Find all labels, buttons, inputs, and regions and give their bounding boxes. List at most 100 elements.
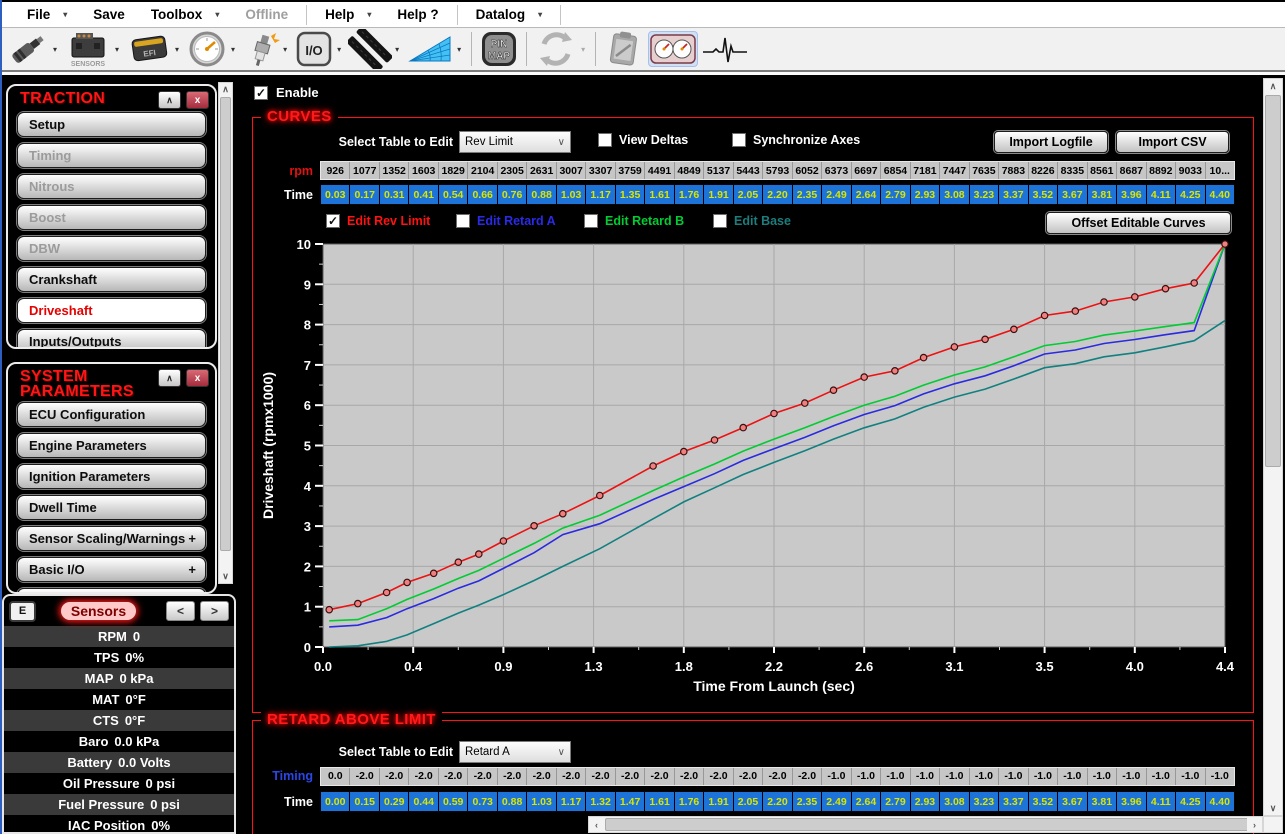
time-cell[interactable]: 0.59 — [439, 792, 468, 811]
time-cell[interactable]: 2.64 — [852, 792, 881, 811]
rpm-cell[interactable]: -2.0 — [380, 768, 409, 785]
time-cell[interactable]: 0.66 — [468, 185, 497, 204]
time-cell[interactable]: 2.93 — [911, 185, 940, 204]
rpm-cell[interactable]: -2.0 — [704, 768, 733, 785]
rpm-cell[interactable]: 8335 — [1058, 162, 1087, 179]
checkbox[interactable] — [584, 214, 598, 228]
rpm-cell[interactable]: -2.0 — [793, 768, 822, 785]
synchronize-axes-checkbox[interactable] — [732, 133, 746, 147]
rpm-cell[interactable]: -2.0 — [675, 768, 704, 785]
rpm-cell[interactable]: 1829 — [439, 162, 468, 179]
time-cell[interactable]: 4.11 — [1147, 792, 1176, 811]
rpm-cell[interactable]: -2.0 — [527, 768, 556, 785]
time-cell[interactable]: 2.20 — [763, 792, 792, 811]
enable-checkbox[interactable]: ✓ — [254, 86, 268, 100]
time-cell[interactable]: 3.52 — [1029, 185, 1058, 204]
rpm-cell[interactable]: 1603 — [409, 162, 438, 179]
sidebar-item-ignition-parameters[interactable]: Ignition Parameters — [17, 464, 206, 489]
time-cell[interactable]: 3.96 — [1117, 792, 1146, 811]
chevron-down-icon[interactable]: ▾ — [283, 45, 287, 54]
scrollbar-thumb[interactable] — [1265, 95, 1281, 467]
mesh-icon[interactable] — [405, 29, 455, 69]
time-cell[interactable]: 0.00 — [321, 792, 350, 811]
scrollbar-thumb[interactable] — [605, 818, 1249, 831]
sidebar-item-sensor-scaling-warnings[interactable]: Sensor Scaling/Warnings+ — [17, 526, 206, 551]
rpm-cell[interactable]: 6854 — [881, 162, 910, 179]
rpm-cell[interactable]: 4849 — [675, 162, 704, 179]
view-deltas-checkbox[interactable] — [598, 133, 612, 147]
waveform-icon[interactable] — [700, 29, 750, 69]
rpm-cell[interactable]: 4491 — [645, 162, 674, 179]
time-cell[interactable]: 2.05 — [734, 792, 763, 811]
rpm-cell[interactable]: 8226 — [1029, 162, 1058, 179]
time-cell[interactable]: 3.67 — [1058, 792, 1087, 811]
time-cell[interactable]: 3.08 — [940, 185, 969, 204]
time-cell[interactable]: 4.40 — [1206, 185, 1234, 204]
time-cell[interactable]: 0.88 — [527, 185, 556, 204]
sidebar-item-inputs-outputs[interactable]: Inputs/Outputs — [17, 329, 206, 349]
close-icon[interactable]: x — [186, 91, 209, 109]
collapse-icon[interactable]: ∧ — [158, 91, 181, 109]
retard-table-select[interactable]: Retard A ∨ — [459, 741, 571, 763]
rpm-cell[interactable]: 2104 — [468, 162, 497, 179]
pin-map-icon[interactable]: PINMAP — [478, 28, 520, 70]
rpm-cell[interactable]: 2631 — [527, 162, 556, 179]
time-cell[interactable]: 2.35 — [793, 792, 822, 811]
scroll-down-icon[interactable]: ∨ — [219, 570, 232, 583]
time-cell[interactable]: 3.67 — [1058, 185, 1087, 204]
time-cell[interactable]: 0.73 — [468, 792, 497, 811]
time-cell[interactable]: 3.23 — [970, 185, 999, 204]
time-cell[interactable]: 0.15 — [350, 792, 379, 811]
rpm-cell[interactable]: -2.0 — [350, 768, 379, 785]
time-cell[interactable]: 0.41 — [409, 185, 438, 204]
rpm-cell[interactable]: 7635 — [970, 162, 999, 179]
time-cell[interactable]: 3.81 — [1088, 792, 1117, 811]
scroll-left-icon[interactable]: ‹ — [589, 817, 604, 832]
rpm-cell[interactable]: 3759 — [616, 162, 645, 179]
checkbox[interactable]: ✓ — [326, 214, 340, 228]
rpm-cell[interactable]: 926 — [321, 162, 350, 179]
gauges-icon[interactable] — [648, 31, 698, 67]
rpm-cell[interactable]: -2.0 — [409, 768, 438, 785]
time-cell[interactable]: 4.40 — [1206, 792, 1234, 811]
toggle-edit-retard-a[interactable]: Edit Retard A — [456, 214, 556, 228]
rpm-cell[interactable]: 10... — [1206, 162, 1234, 179]
rpm-cell[interactable]: -2.0 — [586, 768, 615, 785]
menu-item-datalog[interactable]: Datalog▾ — [463, 2, 556, 27]
rpm-cell[interactable]: -2.0 — [439, 768, 468, 785]
next-page-icon[interactable]: > — [200, 601, 229, 621]
chevron-down-icon[interactable]: ▾ — [231, 45, 235, 54]
import-logfile-button[interactable]: Import Logfile — [994, 131, 1108, 153]
time-cell[interactable]: 0.29 — [380, 792, 409, 811]
rpm-cell[interactable]: 8561 — [1088, 162, 1117, 179]
rpm-cell[interactable]: -1.0 — [1029, 768, 1058, 785]
menu-item-toolbox[interactable]: Toolbox▾ — [138, 2, 233, 27]
rpm-cell[interactable]: 5443 — [734, 162, 763, 179]
rpm-cell[interactable]: -2.0 — [498, 768, 527, 785]
scroll-right-icon[interactable]: › — [1247, 817, 1262, 832]
rpm-cell[interactable]: 7883 — [999, 162, 1028, 179]
sidebar-item-ecu-configuration[interactable]: ECU Configuration — [17, 402, 206, 427]
chevron-down-icon[interactable]: ▾ — [115, 45, 119, 54]
rpm-cell[interactable]: -1.0 — [999, 768, 1028, 785]
spark-plug-icon[interactable] — [241, 28, 281, 70]
scroll-up-icon[interactable]: ∧ — [219, 83, 232, 96]
rpm-cell[interactable]: -2.0 — [616, 768, 645, 785]
time-cell[interactable]: 2.05 — [734, 185, 763, 204]
curves-chart[interactable]: 0.00.40.91.31.82.22.63.13.54.04.40123456… — [253, 236, 1253, 712]
sidebar-item-crankshaft[interactable]: Crankshaft — [17, 267, 206, 292]
import-csv-button[interactable]: Import CSV — [1116, 131, 1229, 153]
menu-item-help[interactable]: Help▾ — [312, 2, 384, 27]
rpm-cell[interactable]: 9033 — [1176, 162, 1205, 179]
time-cell[interactable]: 1.17 — [557, 792, 586, 811]
time-cell[interactable]: 1.47 — [616, 792, 645, 811]
sidebar-item-driveshaft[interactable]: Driveshaft — [17, 298, 206, 323]
rpm-cell[interactable]: 3007 — [557, 162, 586, 179]
gauge-icon[interactable] — [185, 28, 229, 70]
rpm-cell[interactable]: -2.0 — [645, 768, 674, 785]
main-vertical-scrollbar[interactable]: ∧ ∨ — [1263, 78, 1283, 816]
io-icon[interactable]: I/O — [293, 28, 335, 70]
time-cell[interactable]: 4.11 — [1147, 185, 1176, 204]
menu-item-help[interactable]: Help ? — [384, 2, 451, 27]
chevron-down-icon[interactable]: ▾ — [175, 45, 179, 54]
